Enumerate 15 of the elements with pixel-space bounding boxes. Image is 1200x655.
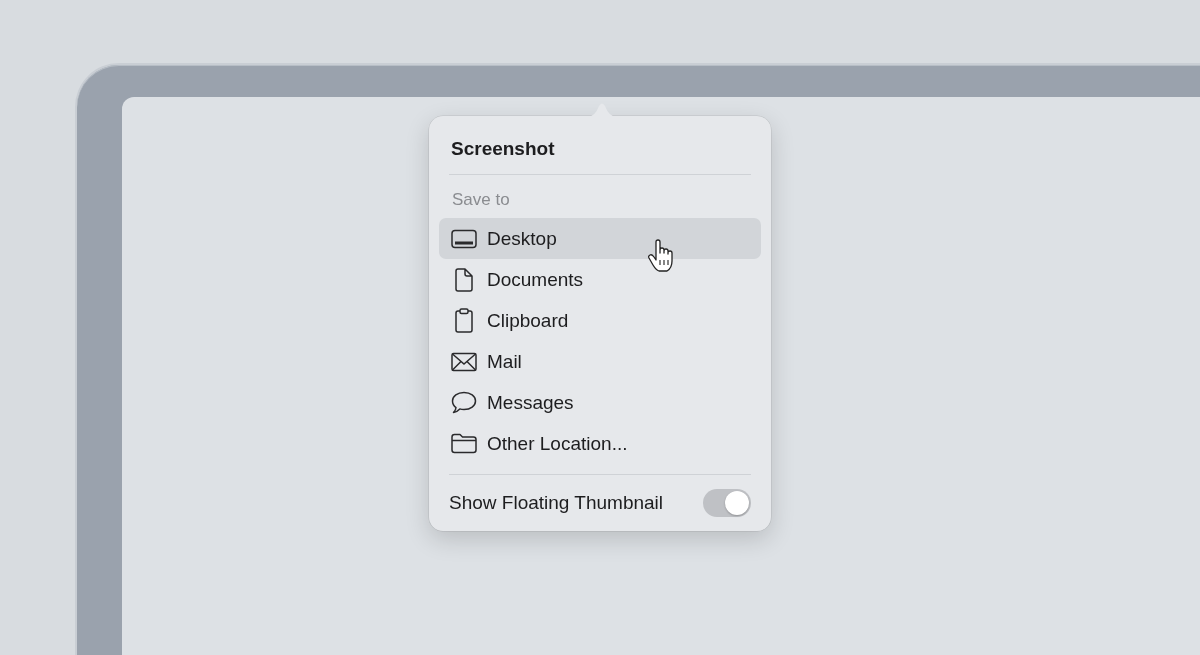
section-label: Save to (451, 189, 511, 211)
speech-bubble-icon (451, 391, 477, 414)
toggle-switch[interactable] (703, 489, 751, 517)
menu-item[interactable]: Mail (439, 341, 761, 382)
menu-item[interactable]: Documents (439, 259, 761, 300)
toggle-label: Show Floating Thumbnail (449, 492, 664, 514)
menu-item[interactable]: Other Location... (439, 423, 761, 464)
display-icon (451, 228, 477, 249)
menu-item[interactable]: Messages (439, 382, 761, 423)
menu-item[interactable]: Desktop (439, 218, 761, 259)
popover-title: Screenshot (450, 137, 556, 161)
folder-icon (451, 433, 477, 454)
menu-item[interactable]: Clipboard (439, 300, 761, 341)
envelope-icon (451, 351, 477, 372)
pointer-hand-icon (647, 239, 675, 273)
